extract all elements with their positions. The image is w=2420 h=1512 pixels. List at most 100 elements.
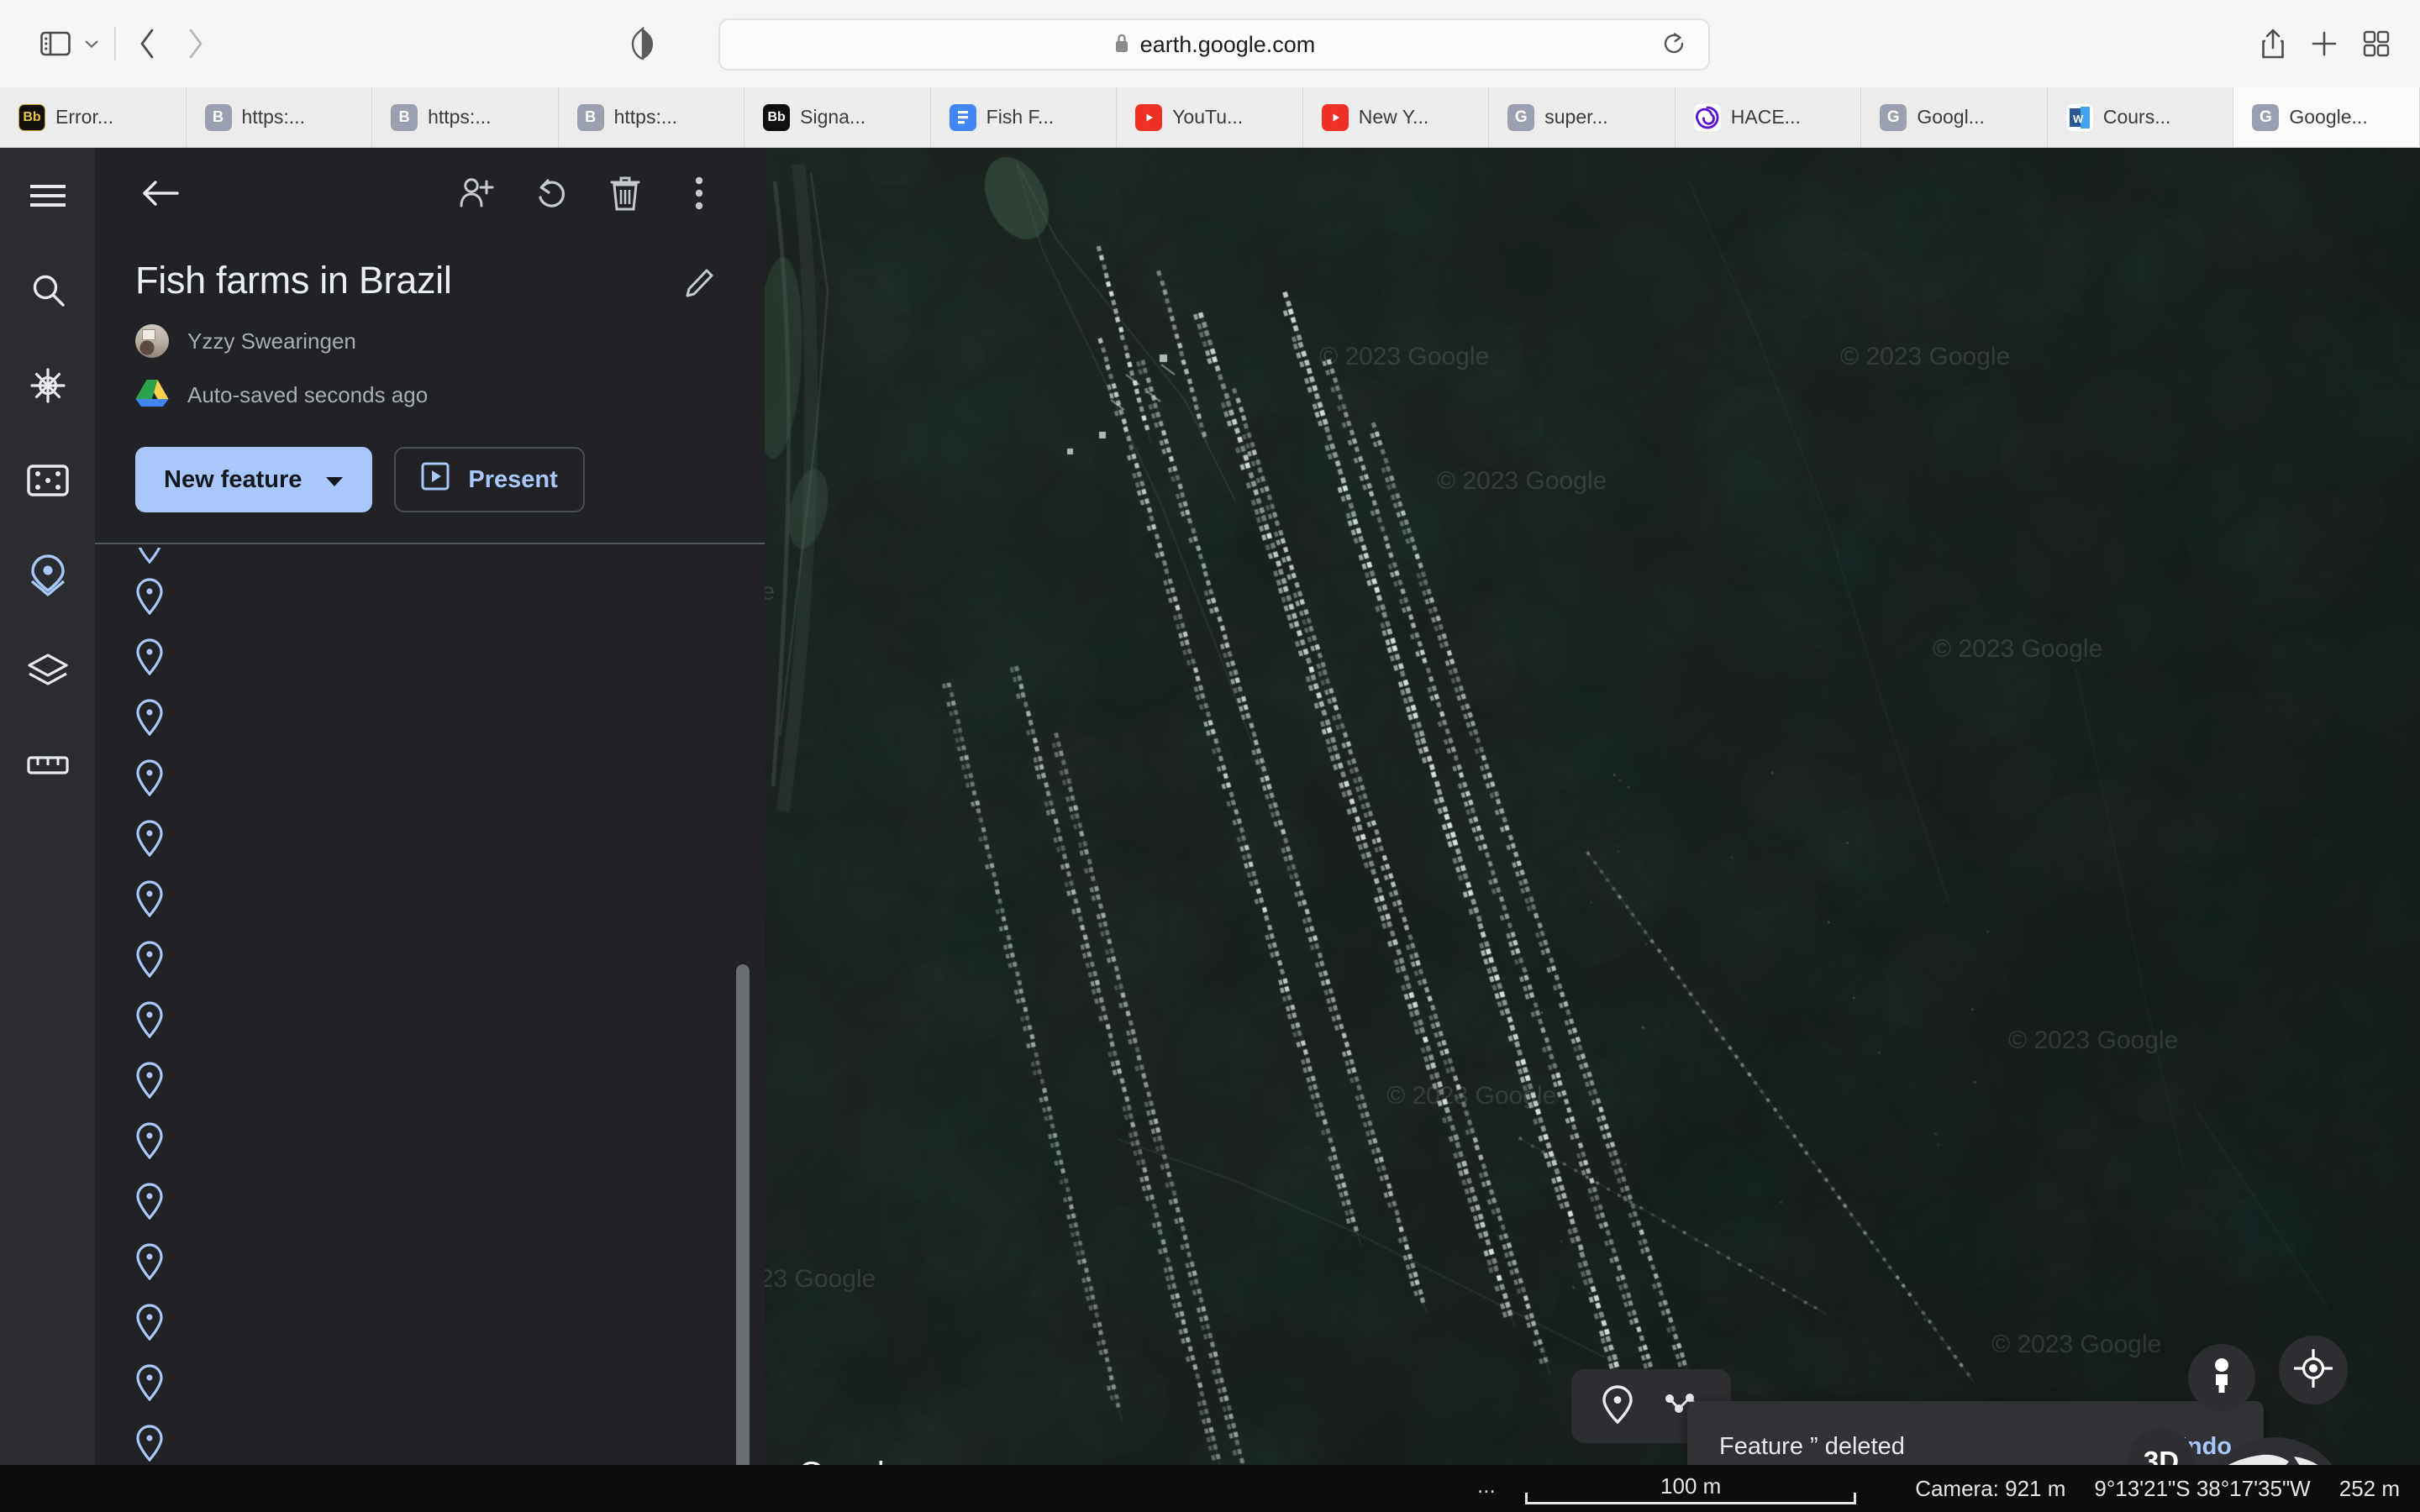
my-location-button[interactable]: [2279, 1336, 2348, 1404]
toast-message: Feature ” deleted: [1719, 1432, 1905, 1460]
list-item[interactable]: [95, 931, 765, 991]
tab-title: Google...: [2289, 106, 2368, 128]
pencil-icon[interactable]: [677, 257, 724, 304]
person-add-icon[interactable]: [452, 168, 502, 218]
browser-tab-active[interactable]: G Google...: [2233, 87, 2420, 147]
sidebar-item-menu[interactable]: [0, 148, 95, 243]
list-item[interactable]: [95, 749, 765, 810]
tab-overview-icon[interactable]: [2363, 30, 2390, 57]
tab-title: https:...: [241, 106, 305, 128]
panel-header: [95, 148, 765, 239]
plus-icon[interactable]: [2311, 30, 2338, 57]
list-item[interactable]: [95, 810, 765, 870]
browser-tab[interactable]: Bb Error...: [0, 87, 187, 147]
map-attribution-watermark: © 2023 Google: [1386, 1082, 1557, 1110]
list-item[interactable]: [95, 568, 765, 628]
sidebar-item-measure[interactable]: [0, 717, 95, 812]
list-item[interactable]: [95, 1173, 765, 1233]
pegman-icon: [2207, 1357, 2237, 1399]
map-pin-icon: [135, 1363, 164, 1405]
sidebar-item-feeling-lucky[interactable]: [0, 433, 95, 528]
browser-tab[interactable]: Bb Signa...: [744, 87, 931, 147]
google-icon: G: [2252, 103, 2280, 131]
browser-tab[interactable]: G Googl...: [1861, 87, 2048, 147]
satellite-imagery: [765, 148, 2420, 1512]
word-icon: W: [2065, 103, 2093, 131]
map-attribution-watermark: © 2023 Google: [1840, 343, 2011, 370]
browser-tab[interactable]: HACE...: [1675, 87, 1862, 147]
spiral-icon: [1693, 103, 1721, 131]
address-bar-container: earth.google.com: [718, 18, 1710, 71]
map-pin-icon: [135, 577, 164, 619]
tab-title: https:...: [428, 106, 492, 128]
browser-tab[interactable]: YouTu...: [1117, 87, 1303, 147]
list-item[interactable]: [95, 1354, 765, 1415]
tab-title: Cours...: [2102, 106, 2171, 128]
reload-icon[interactable]: [1663, 32, 1686, 57]
browser-tab[interactable]: W Cours...: [2047, 87, 2234, 147]
list-item[interactable]: [95, 1233, 765, 1294]
sidebar-toggle-icon[interactable]: [34, 25, 77, 62]
back-arrow-icon[interactable]: [124, 23, 171, 65]
browser-tab[interactable]: New Y...: [1302, 87, 1490, 147]
projects-pin-icon: [27, 554, 69, 597]
elevation: 252 m: [2338, 1475, 2400, 1501]
camera-altitude: Camera: 921 m: [1915, 1475, 2066, 1501]
browser-tab[interactable]: B https:...: [372, 87, 559, 147]
sidebar-vertical-scrollbar[interactable]: [736, 964, 750, 1512]
blackboard-b-icon: B: [391, 103, 418, 131]
svg-text:W: W: [2073, 113, 2084, 125]
map-attribution-watermark: © 2023 Google: [2008, 1026, 2179, 1054]
list-item[interactable]: [95, 1112, 765, 1173]
map-attribution-watermark: © 2023 Google: [1437, 467, 1607, 495]
privacy-shield-icon[interactable]: [630, 27, 655, 60]
list-item[interactable]: [95, 870, 765, 931]
new-feature-label: New feature: [164, 465, 302, 493]
add-placemark-button[interactable]: [1588, 1377, 1647, 1436]
sidebar-dropdown-icon[interactable]: [77, 25, 106, 62]
tab-title: Error...: [55, 106, 114, 128]
pegman-button[interactable]: [2188, 1344, 2255, 1411]
attribution-overflow: ...: [1477, 1473, 1496, 1498]
map-attribution-watermark: © 2023 Google: [765, 578, 776, 606]
new-feature-button[interactable]: New feature: [135, 447, 373, 512]
browser-tab[interactable]: G super...: [1489, 87, 1676, 147]
ships-wheel-icon: [28, 365, 68, 406]
browser-tab[interactable]: Fish F...: [930, 87, 1118, 147]
present-button[interactable]: Present: [394, 447, 585, 512]
sidebar-item-search[interactable]: [0, 243, 95, 338]
map-viewport[interactable]: © 2023 Google © 2023 Google © 2023 Googl…: [765, 148, 2420, 1512]
project-title-row: Fish farms in Brazil: [95, 239, 765, 304]
forward-arrow-icon[interactable]: [171, 23, 218, 65]
sidebar-item-layers[interactable]: [0, 622, 95, 717]
blackboard-icon: Bb: [763, 103, 791, 131]
tab-title: Fish F...: [986, 106, 1055, 128]
sidebar-item-voyager[interactable]: [0, 338, 95, 433]
back-arrow-icon[interactable]: [135, 168, 186, 218]
more-vert-icon[interactable]: [674, 168, 724, 218]
tab-title: New Y...: [1358, 106, 1429, 128]
map-pin-icon: [135, 879, 164, 921]
browser-tab[interactable]: B https:...: [558, 87, 745, 147]
share-icon[interactable]: [2260, 28, 2286, 60]
youtube-icon: [1321, 103, 1349, 131]
toolbar-divider: [114, 27, 116, 60]
list-item[interactable]: [95, 689, 765, 749]
blackboard-b-icon: B: [204, 103, 232, 131]
address-bar[interactable]: earth.google.com: [718, 18, 1710, 71]
tab-title: YouTu...: [1172, 106, 1244, 128]
list-item[interactable]: [95, 1294, 765, 1354]
undo-icon[interactable]: [526, 168, 576, 218]
list-item[interactable]: [95, 628, 765, 689]
list-item[interactable]: [95, 1052, 765, 1112]
avatar: [135, 324, 169, 358]
project-panel: Fish farms in Brazil Yzzy Swearingen Aut…: [95, 148, 765, 1512]
feature-list-container[interactable]: [95, 543, 765, 1512]
trash-icon[interactable]: [600, 168, 650, 218]
sidebar-item-projects[interactable]: [0, 528, 95, 622]
url-text: earth.google.com: [1139, 31, 1316, 57]
list-item[interactable]: [95, 548, 765, 568]
list-item[interactable]: [95, 991, 765, 1052]
browser-tab[interactable]: B https:...: [186, 87, 373, 147]
google-icon: G: [1880, 103, 1907, 131]
